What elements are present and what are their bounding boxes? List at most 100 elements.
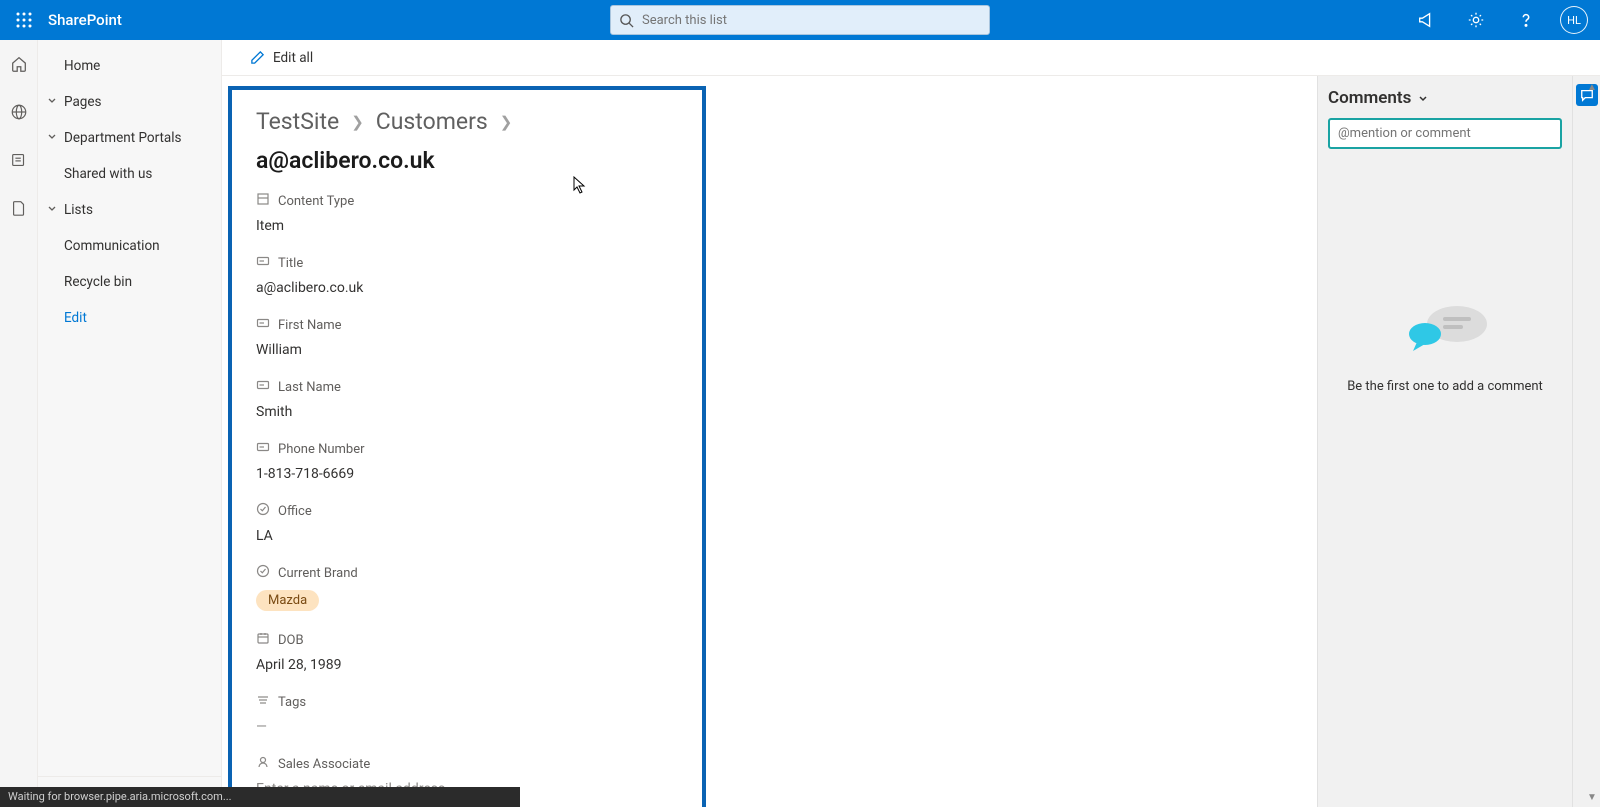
field-value: Smith	[256, 404, 678, 420]
breadcrumb: TestSite ❯ Customers ❯ a@aclibero.co.uk	[256, 108, 678, 174]
announce-button[interactable]	[1410, 4, 1442, 36]
comments-empty-text: Be the first one to add a comment	[1347, 379, 1543, 394]
field-first-name[interactable]: First NameWilliam	[256, 316, 678, 358]
choice-pill: Mazda	[256, 590, 319, 611]
search-input[interactable]	[642, 13, 981, 28]
nav-label: Recycle bin	[64, 274, 132, 290]
person-icon	[256, 755, 270, 773]
field-label: Content Type	[256, 192, 678, 210]
rail-files[interactable]	[7, 196, 31, 220]
rail-globe[interactable]	[7, 100, 31, 124]
megaphone-icon	[1417, 11, 1435, 29]
rail-news[interactable]	[7, 148, 31, 172]
field-label-text: Phone Number	[278, 442, 365, 457]
field-label: Last Name	[256, 378, 678, 396]
field-value: LA	[256, 528, 678, 544]
browser-status-bar: Waiting for browser.pipe.aria.microsoft.…	[0, 787, 520, 807]
file-icon	[10, 199, 28, 217]
field-content-type[interactable]: Content Type Item	[256, 192, 678, 234]
field-phone-number[interactable]: Phone Number1-813-718-6669	[256, 440, 678, 482]
field-value: William	[256, 342, 678, 358]
scroll-down-arrow[interactable]: ▼	[1585, 790, 1599, 804]
comment-input[interactable]	[1328, 118, 1562, 149]
field-tags[interactable]: Tags —	[256, 693, 678, 735]
scroll-up-arrow[interactable]: ▲	[1585, 80, 1599, 94]
nav-recyclebin[interactable]: Recycle bin	[38, 264, 221, 300]
search-icon	[619, 13, 634, 28]
nav-edit-link[interactable]: Edit	[38, 300, 221, 336]
nav-label: Edit	[64, 310, 87, 326]
help-button[interactable]	[1510, 4, 1542, 36]
right-edge-rail	[1572, 76, 1600, 807]
news-icon	[10, 151, 28, 169]
field-label: Tags	[256, 693, 678, 711]
nav-shared[interactable]: Shared with us	[38, 156, 221, 192]
edit-all-button[interactable]: Edit all	[240, 44, 323, 72]
breadcrumb-site[interactable]: TestSite	[256, 108, 339, 135]
comment-bubble-icon	[1395, 299, 1495, 359]
help-icon	[1517, 11, 1535, 29]
choice-icon	[256, 564, 270, 582]
gear-icon	[1467, 11, 1485, 29]
avatar-initials: HL	[1567, 14, 1581, 27]
field-office[interactable]: Office LA	[256, 502, 678, 544]
main-region: Edit all TestSite ❯ Customers ❯ a@aclibe…	[222, 40, 1600, 807]
field-current-brand[interactable]: Current Brand Mazda	[256, 564, 678, 611]
left-rail	[0, 40, 38, 807]
chevron-right-icon: ❯	[500, 113, 513, 131]
chevron-down-icon	[46, 130, 58, 146]
comments-pane: Comments Be the first one to add a comme…	[1317, 76, 1572, 807]
nav-lists[interactable]: Lists	[38, 192, 221, 228]
field-label: Current Brand	[256, 564, 678, 582]
text-icon	[256, 316, 270, 334]
home-icon	[10, 55, 28, 73]
choice-icon	[256, 502, 270, 520]
content-row: TestSite ❯ Customers ❯ a@aclibero.co.uk …	[222, 76, 1600, 807]
field-last-name[interactable]: Last Name Smith	[256, 378, 678, 420]
comments-empty-state: Be the first one to add a comment	[1328, 299, 1562, 394]
item-detail-card: TestSite ❯ Customers ❯ a@aclibero.co.uk …	[228, 86, 706, 807]
field-label-text: DOB	[278, 633, 304, 648]
breadcrumb-list[interactable]: Customers	[376, 108, 488, 135]
command-bar: Edit all	[222, 40, 1600, 76]
user-avatar[interactable]: HL	[1560, 6, 1588, 34]
field-label: Office	[256, 502, 678, 520]
field-title[interactable]: Title a@aclibero.co.uk	[256, 254, 678, 296]
nav-label: Home	[64, 58, 100, 74]
nav-pages[interactable]: Pages	[38, 84, 221, 120]
chevron-down-icon	[1417, 92, 1429, 104]
detail-scroll-area[interactable]: TestSite ❯ Customers ❯ a@aclibero.co.uk …	[222, 76, 1317, 807]
app-launcher-button[interactable]	[0, 0, 48, 40]
suite-actions: HL	[1410, 4, 1600, 36]
waffle-icon	[16, 12, 32, 28]
chevron-down-icon	[46, 94, 58, 110]
site-nav: Home Pages Department Portals Shared wit…	[38, 40, 222, 807]
field-value: Mazda	[256, 590, 678, 611]
field-label: Sales Associate	[256, 755, 678, 773]
empty-dash: —	[256, 719, 269, 735]
field-dob[interactable]: DOB April 28, 1989	[256, 631, 678, 673]
nav-label: Communication	[64, 238, 160, 254]
nav-department-portals[interactable]: Department Portals	[38, 120, 221, 156]
field-label-text: Last Name	[278, 380, 341, 395]
suite-header: SharePoint HL	[0, 0, 1600, 40]
field-label-text: Title	[278, 256, 303, 271]
text-icon	[256, 254, 270, 272]
field-value: a@aclibero.co.uk	[256, 280, 678, 296]
field-value: —	[256, 719, 678, 735]
suite-brand[interactable]: SharePoint	[48, 11, 122, 29]
date-icon	[256, 631, 270, 649]
rail-home[interactable]	[7, 52, 31, 76]
field-value: Item	[256, 218, 678, 234]
chevron-down-icon	[46, 202, 58, 218]
field-value: April 28, 1989	[256, 657, 678, 673]
nav-label: Lists	[64, 202, 93, 218]
comments-header-button[interactable]: Comments	[1328, 88, 1562, 108]
settings-button[interactable]	[1460, 4, 1492, 36]
nav-communication[interactable]: Communication	[38, 228, 221, 264]
field-label-text: Current Brand	[278, 566, 358, 581]
nav-label: Department Portals	[64, 130, 182, 146]
globe-icon	[10, 103, 28, 121]
nav-home[interactable]: Home	[38, 48, 221, 84]
search-box[interactable]	[610, 5, 990, 35]
